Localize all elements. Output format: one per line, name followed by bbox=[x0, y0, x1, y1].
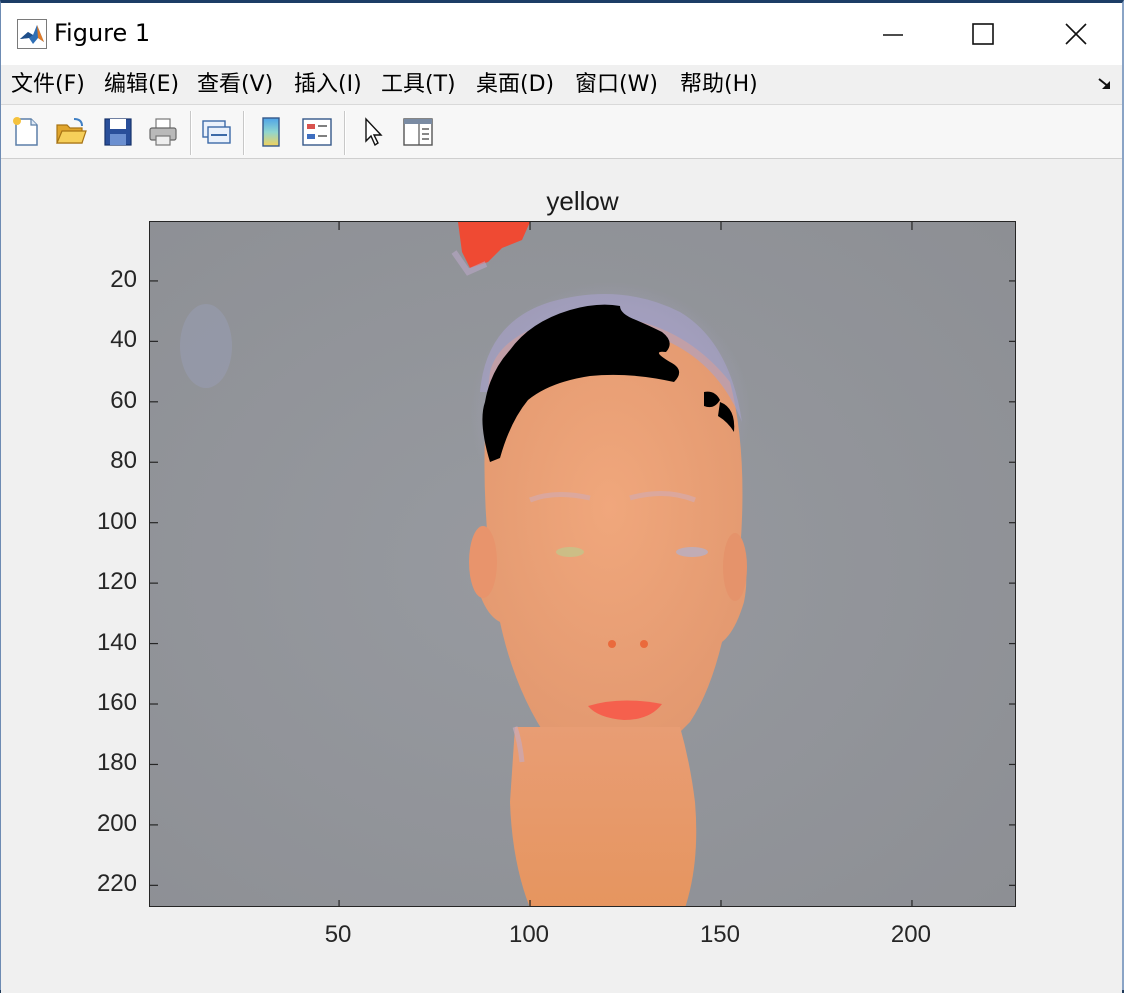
new-figure-icon[interactable] bbox=[9, 115, 43, 149]
close-button[interactable] bbox=[1028, 3, 1122, 63]
y-tick-label: 40 bbox=[110, 326, 137, 354]
y-tick-label: 220 bbox=[96, 870, 137, 898]
menu-desktop[interactable]: 桌面(D) bbox=[472, 69, 558, 101]
menu-bar: 文件(F) 编辑(E) 查看(V) 插入(I) 工具(T) 桌面(D) 窗口(W… bbox=[1, 65, 1122, 105]
nostril-left bbox=[608, 640, 616, 648]
y-tick-label: 160 bbox=[96, 689, 137, 716]
y-tick-label: 100 bbox=[96, 507, 137, 535]
yellow-channel-image bbox=[150, 222, 1015, 906]
toolbar-separator bbox=[190, 111, 191, 155]
y-tick-label: 120 bbox=[96, 568, 137, 596]
property-inspector-icon[interactable] bbox=[401, 115, 435, 149]
link-plot-icon[interactable] bbox=[199, 115, 233, 149]
toolbar-separator bbox=[243, 111, 244, 155]
y-tick-label: 80 bbox=[110, 447, 137, 475]
close-icon bbox=[1065, 23, 1087, 45]
x-tick-label: 100 bbox=[508, 921, 550, 948]
right-ear bbox=[723, 533, 747, 601]
y-tick-label: 200 bbox=[96, 809, 137, 837]
dock-arrow-icon[interactable] bbox=[1096, 75, 1114, 93]
minimize-icon bbox=[883, 34, 903, 36]
menu-window[interactable]: 窗口(W) bbox=[571, 69, 662, 101]
image-axes[interactable] bbox=[149, 221, 1016, 907]
right-eye bbox=[676, 547, 708, 557]
menu-edit[interactable]: 编辑(E) bbox=[100, 69, 183, 101]
title-bar[interactable]: Figure 1 bbox=[1, 3, 1122, 65]
x-tick-label: 150 bbox=[699, 921, 740, 948]
y-tick-label: 140 bbox=[96, 628, 137, 656]
y-tick-label: 180 bbox=[96, 749, 137, 777]
background-smear bbox=[180, 304, 232, 388]
menu-tools[interactable]: 工具(T) bbox=[377, 69, 460, 101]
nostril-right bbox=[640, 640, 648, 648]
matlab-logo-icon bbox=[17, 19, 47, 49]
pointer-icon[interactable] bbox=[357, 115, 391, 149]
menu-insert[interactable]: 插入(I) bbox=[290, 69, 366, 101]
left-ear bbox=[469, 526, 497, 598]
minimize-button[interactable] bbox=[847, 3, 941, 63]
y-tick-label: 60 bbox=[110, 386, 137, 414]
toolbar-separator bbox=[344, 111, 345, 155]
colorbar-icon[interactable] bbox=[255, 115, 289, 149]
neck bbox=[510, 727, 697, 906]
maximize-icon bbox=[972, 23, 994, 45]
menu-help[interactable]: 帮助(H) bbox=[676, 69, 762, 101]
window-title: Figure 1 bbox=[54, 19, 151, 47]
left-eye bbox=[556, 547, 584, 557]
menu-file[interactable]: 文件(F) bbox=[7, 69, 89, 101]
axes-title: yellow bbox=[546, 186, 619, 216]
print-icon[interactable] bbox=[146, 115, 180, 149]
x-tick-label: 50 bbox=[324, 921, 352, 948]
x-tick-label: 200 bbox=[890, 921, 931, 948]
y-tick-label: 20 bbox=[110, 265, 137, 293]
open-file-icon[interactable] bbox=[54, 115, 88, 149]
save-icon[interactable] bbox=[101, 115, 135, 149]
figure-window: Figure 1 文件(F) 编辑(E) 查看(V) 插入(I) 工具(T) 桌… bbox=[0, 0, 1124, 993]
figure-toolbar bbox=[1, 104, 1122, 159]
menu-view[interactable]: 查看(V) bbox=[193, 69, 277, 101]
legend-icon[interactable] bbox=[300, 115, 334, 149]
maximize-button[interactable] bbox=[936, 3, 1030, 63]
